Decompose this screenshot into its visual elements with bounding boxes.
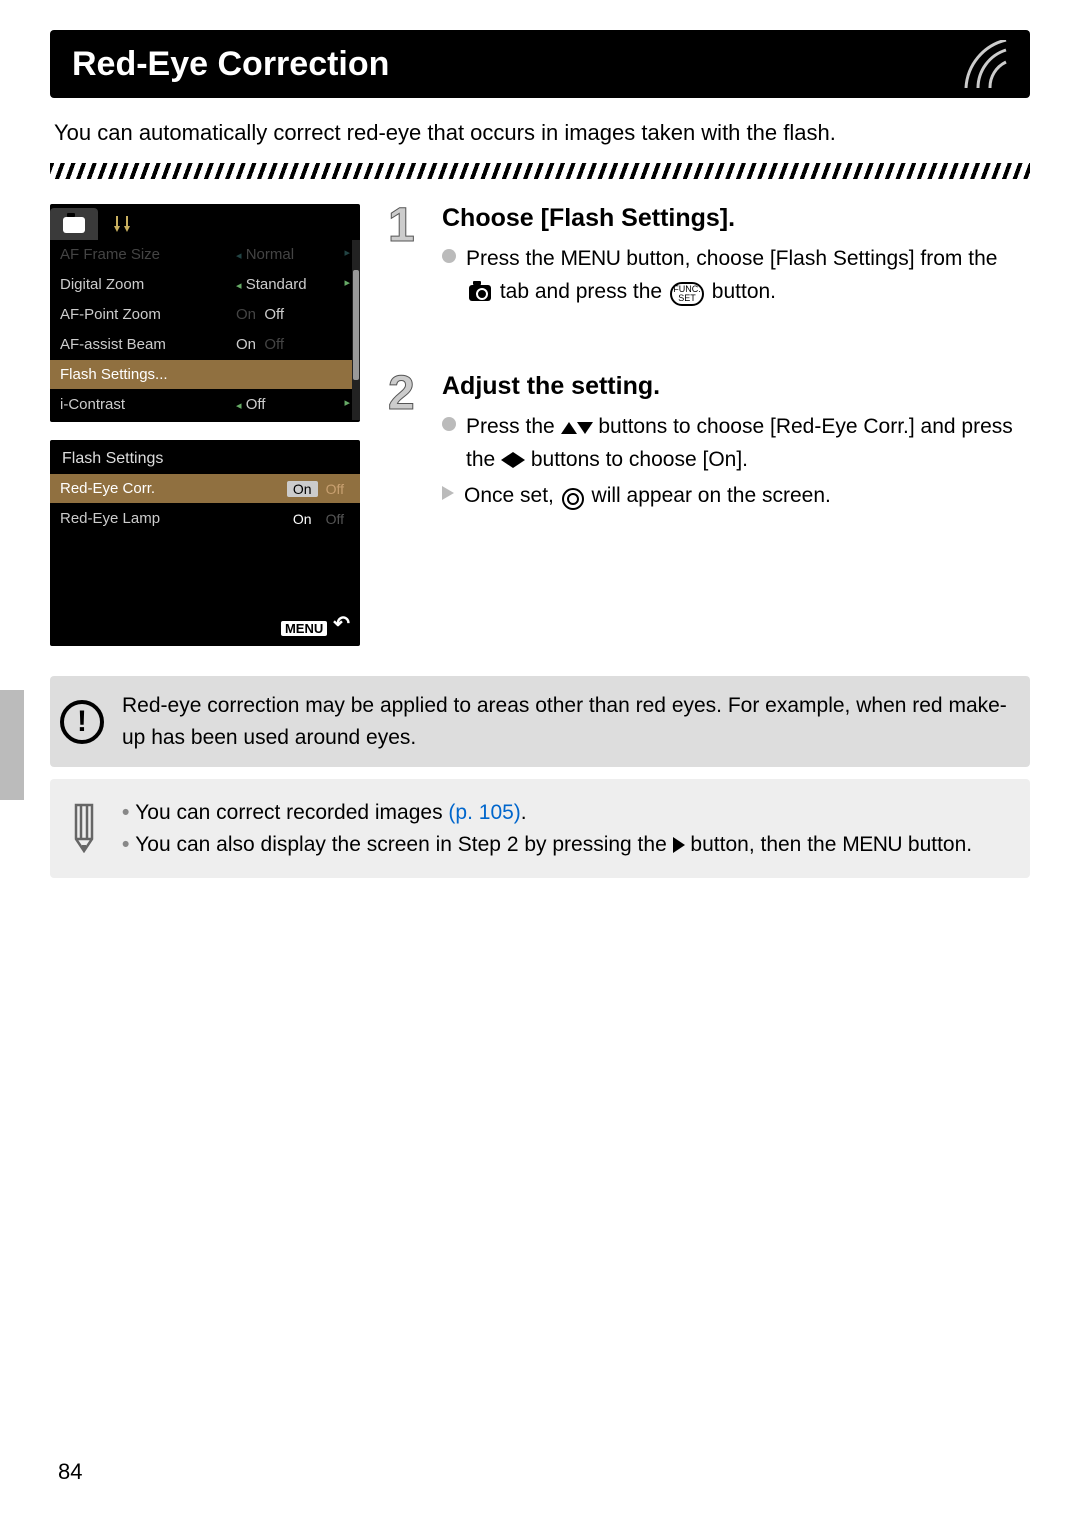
menu-row-i-contrast: i-Contrast ◂ Off ▸	[50, 390, 360, 420]
camera-menu-screenshot: AF Frame Size ◂ Normal ▸ Digital Zoom ◂ …	[50, 204, 360, 422]
tip-2: You can also display the screen in Step …	[122, 829, 972, 861]
camera-tab-icon	[469, 285, 491, 301]
step-1: 1 Choose [Flash Settings]. Press the MEN…	[388, 204, 1030, 312]
up-arrow-icon	[561, 422, 577, 434]
page-link-105[interactable]: (p. 105)	[448, 801, 520, 824]
menu-chip-icon: MENU	[281, 621, 327, 636]
red-eye-indicator-icon	[562, 488, 584, 510]
caution-text: Red-eye correction may be applied to are…	[122, 690, 1010, 753]
step-2-bullet-1: Press the buttons to choose [Red-Eye Cor…	[442, 411, 1030, 476]
result-arrow-icon	[442, 486, 454, 500]
flash-row-red-eye-lamp: Red-Eye Lamp On Off	[50, 504, 360, 534]
hatch-divider	[50, 163, 1030, 179]
tools-tab-icon	[98, 208, 146, 240]
step-number-2: 2	[388, 372, 428, 415]
pencil-icon	[60, 797, 104, 855]
step-2-bullet-2: Once set, will appear on the screen.	[442, 480, 1030, 513]
tip-1: You can correct recorded images (p. 105)…	[122, 797, 972, 829]
menu-row-digital-zoom: Digital Zoom ◂ Standard ▸	[50, 270, 360, 300]
left-arrow-icon	[501, 452, 513, 468]
step-2-title: Adjust the setting.	[442, 372, 1030, 401]
page-edge-tab	[0, 690, 24, 800]
menu-row-af-frame-size: AF Frame Size ◂ Normal ▸	[50, 240, 360, 270]
menu-scrollbar	[352, 240, 360, 420]
menu-row-af-assist-beam: AF-assist Beam On Off	[50, 330, 360, 360]
bullet-dot-icon	[442, 417, 456, 431]
page-number: 84	[58, 1459, 82, 1485]
right-arrow-icon	[513, 452, 525, 468]
flash-row-red-eye-corr: Red-Eye Corr. On Off	[50, 474, 360, 504]
shooting-tab-icon	[50, 208, 98, 240]
flash-settings-footer: MENU ↶	[50, 604, 360, 644]
menu-row-flash-settings: Flash Settings...	[50, 360, 360, 390]
section-title: Red-Eye Correction	[72, 45, 389, 84]
bullet-dot-icon	[442, 249, 456, 263]
down-arrow-icon	[577, 422, 593, 434]
step-number-1: 1	[388, 204, 428, 247]
step-2: 2 Adjust the setting. Press the buttons …	[388, 372, 1030, 517]
flash-settings-header: Flash Settings	[50, 440, 360, 474]
step-1-title: Choose [Flash Settings].	[442, 204, 1030, 233]
step-1-bullet: Press the MENU button, choose [Flash Set…	[442, 243, 1030, 308]
func-set-icon: FUNC.SET	[670, 282, 704, 306]
menu-row-af-point-zoom: AF-Point Zoom On Off	[50, 300, 360, 330]
section-header: Red-Eye Correction	[50, 30, 1030, 98]
right-arrow-icon	[673, 837, 685, 853]
caution-icon: !	[60, 700, 104, 744]
return-icon: ↶	[333, 611, 350, 636]
caution-note: ! Red-eye correction may be applied to a…	[50, 676, 1030, 767]
flash-settings-screenshot: Flash Settings Red-Eye Corr. On Off Red-…	[50, 440, 360, 646]
header-swirl-decor	[918, 40, 1008, 88]
tips-note: You can correct recorded images (p. 105)…	[50, 779, 1030, 878]
intro-text: You can automatically correct red-eye th…	[50, 116, 1030, 149]
